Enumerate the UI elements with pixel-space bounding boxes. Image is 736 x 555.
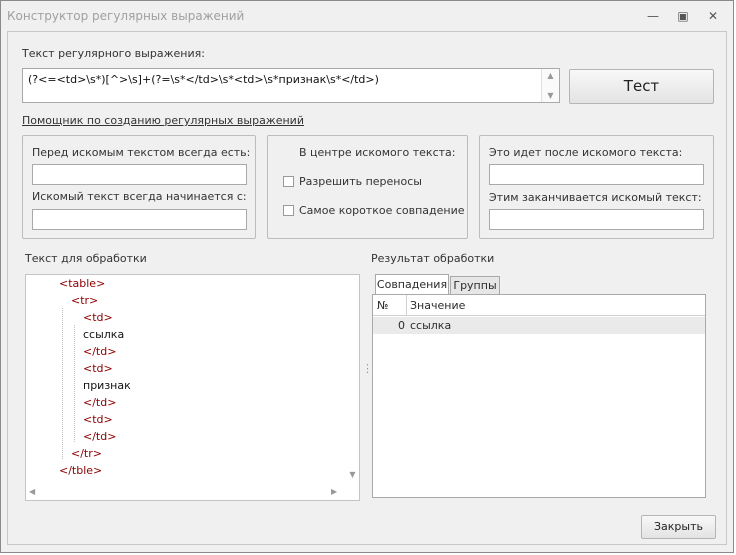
after-text-group: Это идет после искомого текста: Этим зак…	[479, 135, 714, 239]
scroll-down-icon[interactable]: ▼	[542, 91, 559, 100]
helper-link[interactable]: Помощник по созданию регулярных выражени…	[22, 114, 304, 127]
center-title: В центре искомого текста:	[299, 146, 456, 159]
after-input[interactable]	[489, 164, 704, 185]
table-row[interactable]: 0 ссылка	[373, 317, 705, 334]
code-tag-line: </td>	[83, 345, 117, 358]
regex-builder-window: Конструктор регулярных выражений — ▣ ✕ Т…	[0, 0, 734, 553]
code-tag-line: </tr>	[71, 447, 102, 460]
code-tag-line: </tble>	[59, 464, 103, 477]
scroll-up-icon[interactable]: ▲	[542, 71, 559, 80]
grid-header: № Значение	[373, 295, 705, 316]
code-tag-line: <table>	[59, 277, 106, 290]
close-button[interactable]: Закрыть	[641, 515, 716, 539]
code-text-line: ссылка	[83, 328, 125, 341]
maximize-icon[interactable]: ▣	[672, 7, 694, 25]
before-text-group: Перед искомым текстом всегда есть: Иском…	[22, 135, 256, 239]
column-value[interactable]: Значение	[410, 299, 465, 312]
dialog-body: Текст регулярного выражения: (?<=<td>\s*…	[7, 31, 727, 545]
source-hscrollbar[interactable]: ◀ ▶	[26, 486, 346, 500]
code-tag-line: <td>	[83, 311, 113, 324]
test-button[interactable]: Тест	[569, 69, 714, 104]
close-icon[interactable]: ✕	[702, 7, 724, 25]
minimize-icon[interactable]: —	[642, 7, 664, 25]
starts-input[interactable]	[32, 209, 247, 230]
row-value: ссылка	[410, 319, 452, 332]
starts-label: Искомый текст всегда начинается с:	[32, 190, 247, 203]
shortest-match-label[interactable]: Самое короткое совпадение	[299, 204, 465, 217]
matches-grid[interactable]: № Значение 0 ссылка	[372, 294, 706, 498]
result-label: Результат обработки	[371, 252, 495, 265]
center-text-group: В центре искомого текста: Разрешить пере…	[267, 135, 468, 239]
ends-label: Этим заканчивается искомый текст:	[489, 191, 702, 204]
before-input[interactable]	[32, 164, 247, 185]
scroll-right-icon[interactable]: ▶	[331, 487, 337, 496]
tab-matches[interactable]: Совпадения	[375, 274, 449, 295]
regex-value: (?<=<td>\s*)[^>\s]+(?=\s*</td>\s*<td>\s*…	[28, 73, 379, 86]
allow-breaks-checkbox[interactable]	[283, 176, 294, 187]
source-label: Текст для обработки	[25, 252, 147, 265]
before-label: Перед искомым текстом всегда есть:	[32, 146, 251, 159]
scroll-left-icon[interactable]: ◀	[29, 487, 35, 496]
source-vscrollbar[interactable]: ▼	[346, 275, 359, 485]
regex-scrollbar[interactable]: ▲ ▼	[541, 69, 559, 102]
title-bar[interactable]: Конструктор регулярных выражений — ▣ ✕	[1, 1, 733, 31]
after-label: Это идет после искомого текста:	[489, 146, 683, 159]
column-number[interactable]: №	[377, 299, 388, 312]
code-tag-line: <td>	[83, 413, 113, 426]
scroll-down-icon[interactable]: ▼	[346, 470, 359, 479]
tab-groups[interactable]: Группы	[450, 276, 500, 295]
code-tag-line: <tr>	[71, 294, 99, 307]
ends-input[interactable]	[489, 209, 704, 230]
code-text-line: признак	[83, 379, 131, 392]
column-divider	[406, 295, 407, 315]
code-tag-line: </td>	[83, 396, 117, 409]
row-number: 0	[398, 319, 405, 332]
window-title: Конструктор регулярных выражений	[7, 9, 245, 23]
source-editor[interactable]: <table> <tr> <td> ссылка </td> <td> признак </t…	[25, 274, 360, 501]
shortest-match-checkbox[interactable]	[283, 205, 294, 216]
allow-breaks-label[interactable]: Разрешить переносы	[299, 175, 422, 188]
indent-guide	[74, 325, 75, 442]
indent-guide	[62, 308, 63, 459]
regex-input[interactable]: (?<=<td>\s*)[^>\s]+(?=\s*</td>\s*<td>\s*…	[22, 68, 560, 103]
code-tag-line: <td>	[83, 362, 113, 375]
code-tag-line: </td>	[83, 430, 117, 443]
regex-label: Текст регулярного выражения:	[22, 47, 205, 60]
